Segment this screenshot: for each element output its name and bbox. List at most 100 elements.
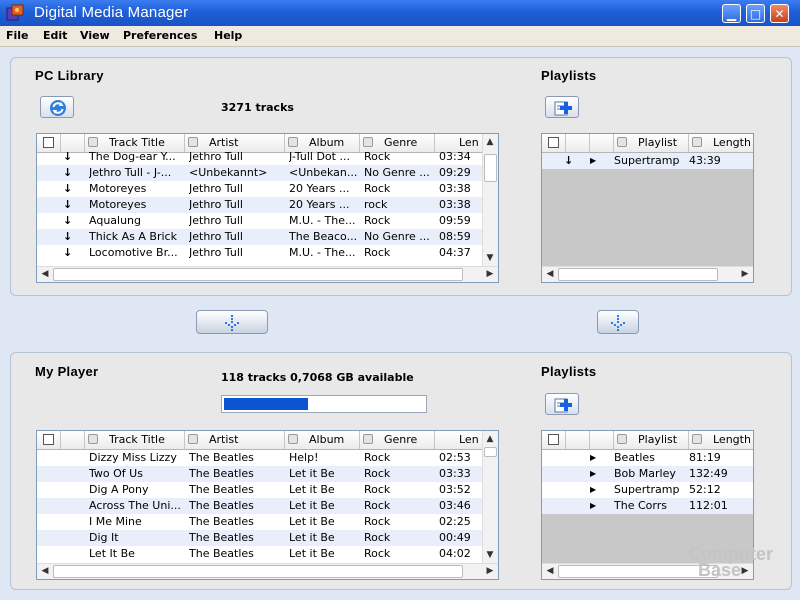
library-vertical-scrollbar[interactable]: ▲ ▼: [482, 134, 498, 266]
table-row[interactable]: Dig It The Beatles Let it Be Rock 00:49: [37, 530, 482, 546]
select-all-checkbox[interactable]: [37, 431, 61, 449]
menu-help[interactable]: Help: [214, 29, 242, 42]
track-cell: Locomotive Br...: [89, 246, 178, 259]
menu-edit[interactable]: Edit: [43, 29, 67, 42]
track-cell: Help!: [289, 451, 319, 464]
player-track-list[interactable]: Track Title Artist Album Genre Len Dizzy…: [36, 430, 499, 580]
track-cell: No Genre ...: [364, 166, 430, 179]
scroll-up-icon[interactable]: ▲: [484, 433, 496, 445]
length-header[interactable]: Length: [689, 431, 753, 449]
play-triangle-icon[interactable]: ▶: [590, 482, 600, 498]
scroll-down-icon[interactable]: ▼: [484, 252, 496, 264]
length-header[interactable]: Length: [689, 134, 753, 152]
transfer-tracks-button[interactable]: [196, 310, 268, 334]
scroll-thumb[interactable]: [53, 268, 463, 281]
table-row[interactable]: Dig A Pony The Beatles Let it Be Rock 03:52: [37, 482, 482, 498]
track-cell: Rock: [364, 515, 391, 528]
track-cell: 20 Years ...: [289, 198, 350, 211]
play-triangle-icon[interactable]: ▶: [590, 498, 600, 514]
artist-header[interactable]: Artist: [185, 431, 285, 449]
track-cell: 03:34: [439, 150, 471, 163]
scroll-right-icon[interactable]: ▶: [484, 565, 496, 577]
playlist-name: Supertramp: [614, 483, 680, 496]
track-cell: M.U. - The...: [289, 214, 356, 227]
track-cell: Dizzy Miss Lizzy: [89, 451, 177, 464]
player-vertical-scrollbar[interactable]: ▲ ▼: [482, 431, 498, 563]
select-all-checkbox[interactable]: [542, 431, 566, 449]
sort-icon: [88, 434, 98, 444]
table-row[interactable]: I Me Mine The Beatles Let it Be Rock 02:25: [37, 514, 482, 530]
track-cell: Rock: [364, 531, 391, 544]
refresh-button[interactable]: [40, 96, 74, 118]
table-row[interactable]: ↓ Locomotive Br... Jethro Tull M.U. - The..…: [37, 245, 482, 261]
player-status: 118 tracks 0,7068 GB available: [221, 371, 414, 384]
close-button[interactable]: ✕: [770, 4, 789, 23]
genre-header[interactable]: Genre: [360, 431, 435, 449]
table-row[interactable]: ↓ Jethro Tull - J-... <Unbekannt> <Unbekan.…: [37, 165, 482, 181]
menu-view[interactable]: View: [80, 29, 110, 42]
playlist-name: Bob Marley: [614, 467, 676, 480]
sort-icon: [288, 434, 298, 444]
library-horizontal-scrollbar[interactable]: ◀ ▶: [37, 266, 498, 282]
add-playlist-button[interactable]: [545, 96, 579, 118]
scroll-thumb[interactable]: [484, 154, 497, 182]
list-item[interactable]: ↓ ▶ Supertramp 43:39: [542, 153, 753, 169]
track-cell: 00:49: [439, 531, 471, 544]
add-player-playlist-button[interactable]: [545, 393, 579, 415]
player-horizontal-scrollbar[interactable]: ◀ ▶: [37, 563, 498, 579]
scroll-left-icon[interactable]: ◀: [39, 565, 51, 577]
list-item[interactable]: ▶ Beatles 81:19: [542, 450, 753, 466]
menu-file[interactable]: File: [6, 29, 29, 42]
table-row[interactable]: ↓ Motoreyes Jethro Tull 20 Years ... Rock 03:…: [37, 181, 482, 197]
playlist-horizontal-scrollbar[interactable]: ◀ ▶: [542, 266, 753, 282]
list-item[interactable]: ▶ The Corrs 112:01: [542, 498, 753, 514]
play-triangle-icon[interactable]: ▶: [590, 153, 600, 169]
scroll-left-icon[interactable]: ◀: [544, 565, 556, 577]
scroll-up-icon[interactable]: ▲: [484, 136, 496, 148]
scroll-left-icon[interactable]: ◀: [39, 268, 51, 280]
scroll-thumb[interactable]: [53, 565, 463, 578]
library-track-list[interactable]: Track Title Artist Album Genre Len ↓ The …: [36, 133, 499, 283]
table-row[interactable]: ↓ Motoreyes Jethro Tull 20 Years ... rock 03:…: [37, 197, 482, 213]
add-playlist-icon: [554, 398, 572, 413]
playlist-length: 132:49: [689, 467, 728, 480]
list-item[interactable]: ▶ Bob Marley 132:49: [542, 466, 753, 482]
track-cell: 02:25: [439, 515, 471, 528]
scroll-thumb[interactable]: [558, 268, 718, 281]
track-cell: Motoreyes: [89, 182, 147, 195]
table-row[interactable]: Across The Uni... The Beatles Let it Be Roc…: [37, 498, 482, 514]
table-row[interactable]: Two Of Us The Beatles Let it Be Rock 03:33: [37, 466, 482, 482]
playlist-header[interactable]: Playlist: [614, 134, 689, 152]
download-arrow-icon: ↓: [63, 150, 73, 163]
scroll-right-icon[interactable]: ▶: [739, 268, 751, 280]
maximize-button[interactable]: □: [746, 4, 765, 23]
track-cell: Let it Be: [289, 483, 335, 496]
transfer-down-icon: [225, 315, 239, 331]
transfer-playlist-button[interactable]: [597, 310, 639, 334]
sort-icon: [288, 137, 298, 147]
scroll-thumb[interactable]: [484, 447, 497, 457]
table-row[interactable]: Let It Be The Beatles Let it Be Rock 04:02: [37, 546, 482, 562]
track-title-header[interactable]: Track Title: [85, 431, 185, 449]
select-all-checkbox[interactable]: [542, 134, 566, 152]
table-row[interactable]: Dizzy Miss Lizzy The Beatles Help! Rock 02:5…: [37, 450, 482, 466]
list-item[interactable]: ▶ Supertramp 52:12: [542, 482, 753, 498]
playlist-header[interactable]: Playlist: [614, 431, 689, 449]
close-icon: ✕: [774, 7, 785, 21]
table-row[interactable]: ↓ Thick As A Brick Jethro Tull The Beaco...…: [37, 229, 482, 245]
minimize-button[interactable]: ▁: [722, 4, 741, 23]
table-row[interactable]: ↓ Aqualung Jethro Tull M.U. - The... Rock 09:…: [37, 213, 482, 229]
my-player-panel: My Player 118 tracks 0,7068 GB available…: [10, 352, 792, 590]
scroll-right-icon[interactable]: ▶: [484, 268, 496, 280]
play-triangle-icon[interactable]: ▶: [590, 466, 600, 482]
scroll-down-icon[interactable]: ▼: [484, 549, 496, 561]
track-cell: 03:33: [439, 467, 471, 480]
album-header[interactable]: Album: [285, 431, 360, 449]
track-cell: Rock: [364, 547, 391, 560]
pc-library-title: PC Library: [35, 68, 104, 83]
play-triangle-icon[interactable]: ▶: [590, 450, 600, 466]
table-row[interactable]: ↓ The Dog-ear Y... Jethro Tull J-Tull Dot .…: [37, 149, 482, 165]
library-playlist-list[interactable]: Playlist Length ↓ ▶ Supertramp 43:39 ◀ ▶: [541, 133, 754, 283]
menu-preferences[interactable]: Preferences: [123, 29, 197, 42]
scroll-left-icon[interactable]: ◀: [544, 268, 556, 280]
